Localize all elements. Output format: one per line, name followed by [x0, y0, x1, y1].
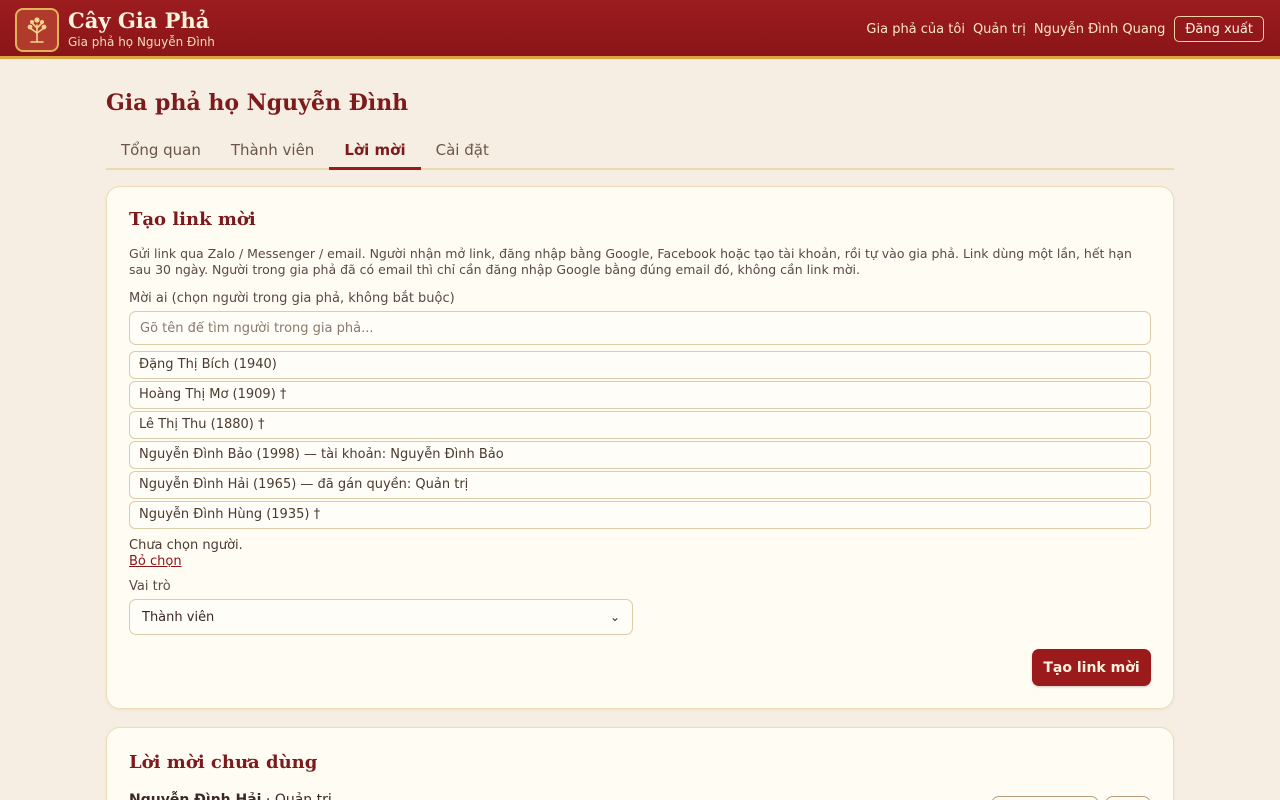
create-invite-title: Tạo link mời — [129, 209, 256, 230]
create-invite-card: Tạo link mời Gửi link qua Zalo / Messeng… — [106, 186, 1174, 709]
list-item[interactable]: Lê Thị Thu (1880) † — [129, 411, 1151, 439]
role-select[interactable]: Thành viên ⌄ — [129, 599, 633, 635]
tab-settings[interactable]: Cài đặt — [421, 132, 504, 170]
revoke-button[interactable] — [1105, 796, 1151, 800]
nav-my-trees[interactable]: Gia phả của tôi — [866, 22, 965, 37]
pending-invite-role: · Quản trị — [261, 792, 332, 800]
person-search-input[interactable] — [129, 311, 1151, 345]
pending-invites-title: Lời mời chưa dùng — [129, 752, 318, 773]
nav-user-name[interactable]: Nguyễn Đình Quang — [1034, 22, 1166, 37]
create-invite-button[interactable]: Tạo link mời — [1032, 649, 1151, 686]
family-tree-icon[interactable] — [15, 8, 59, 52]
logout-button[interactable]: Đăng xuất — [1174, 16, 1264, 42]
app-title[interactable]: Cây Gia Phả — [68, 8, 209, 33]
tab-invitations[interactable]: Lời mời — [329, 132, 421, 170]
top-header: Cây Gia Phả Gia phả họ Nguyễn Đình Gia p… — [0, 0, 1280, 59]
copy-link-button[interactable] — [991, 796, 1099, 800]
person-list: Đặng Thị Bích (1940) Hoàng Thị Mơ (1909)… — [129, 351, 1151, 531]
role-label: Vai trò — [129, 579, 171, 594]
pending-invite-name: Nguyễn Đình Hải — [129, 792, 262, 800]
tab-bar: Tổng quan Thành viên Lời mời Cài đặt — [106, 132, 1174, 170]
list-item[interactable]: Hoàng Thị Mơ (1909) † — [129, 381, 1151, 409]
list-item[interactable]: Đặng Thị Bích (1940) — [129, 351, 1151, 379]
invitee-label: Mời ai (chọn người trong gia phả, không … — [129, 291, 455, 306]
invite-description: Gửi link qua Zalo / Messenger / email. N… — [129, 246, 1132, 277]
list-item[interactable]: Nguyễn Đình Bảo (1998) — tài khoản: Nguy… — [129, 441, 1151, 469]
list-item[interactable]: Nguyễn Đình Hùng (1935) † — [129, 501, 1151, 529]
tab-members[interactable]: Thành viên — [216, 132, 329, 170]
tree-logo-svg — [27, 17, 47, 43]
chevron-down-icon: ⌄ — [609, 610, 620, 624]
app-subtitle: Gia phả họ Nguyễn Đình — [68, 35, 215, 49]
clear-selection-link[interactable]: Bỏ chọn — [129, 554, 182, 569]
tab-overview[interactable]: Tổng quan — [106, 132, 216, 170]
nav-admin[interactable]: Quản trị — [973, 22, 1026, 37]
pending-invites-card: Lời mời chưa dùng Nguyễn Đình Hải · Quản… — [106, 727, 1174, 800]
list-item[interactable]: Nguyễn Đình Hải (1965) — đã gán quyền: Q… — [129, 471, 1151, 499]
page-title: Gia phả họ Nguyễn Đình — [106, 90, 409, 116]
top-nav: Gia phả của tôi Quản trị Nguyễn Đình Qua… — [858, 16, 1264, 42]
pending-invite-row: Nguyễn Đình Hải · Quản trị — [129, 792, 332, 800]
selection-status: Chưa chọn người. — [129, 538, 243, 553]
role-select-value: Thành viên — [142, 609, 215, 625]
